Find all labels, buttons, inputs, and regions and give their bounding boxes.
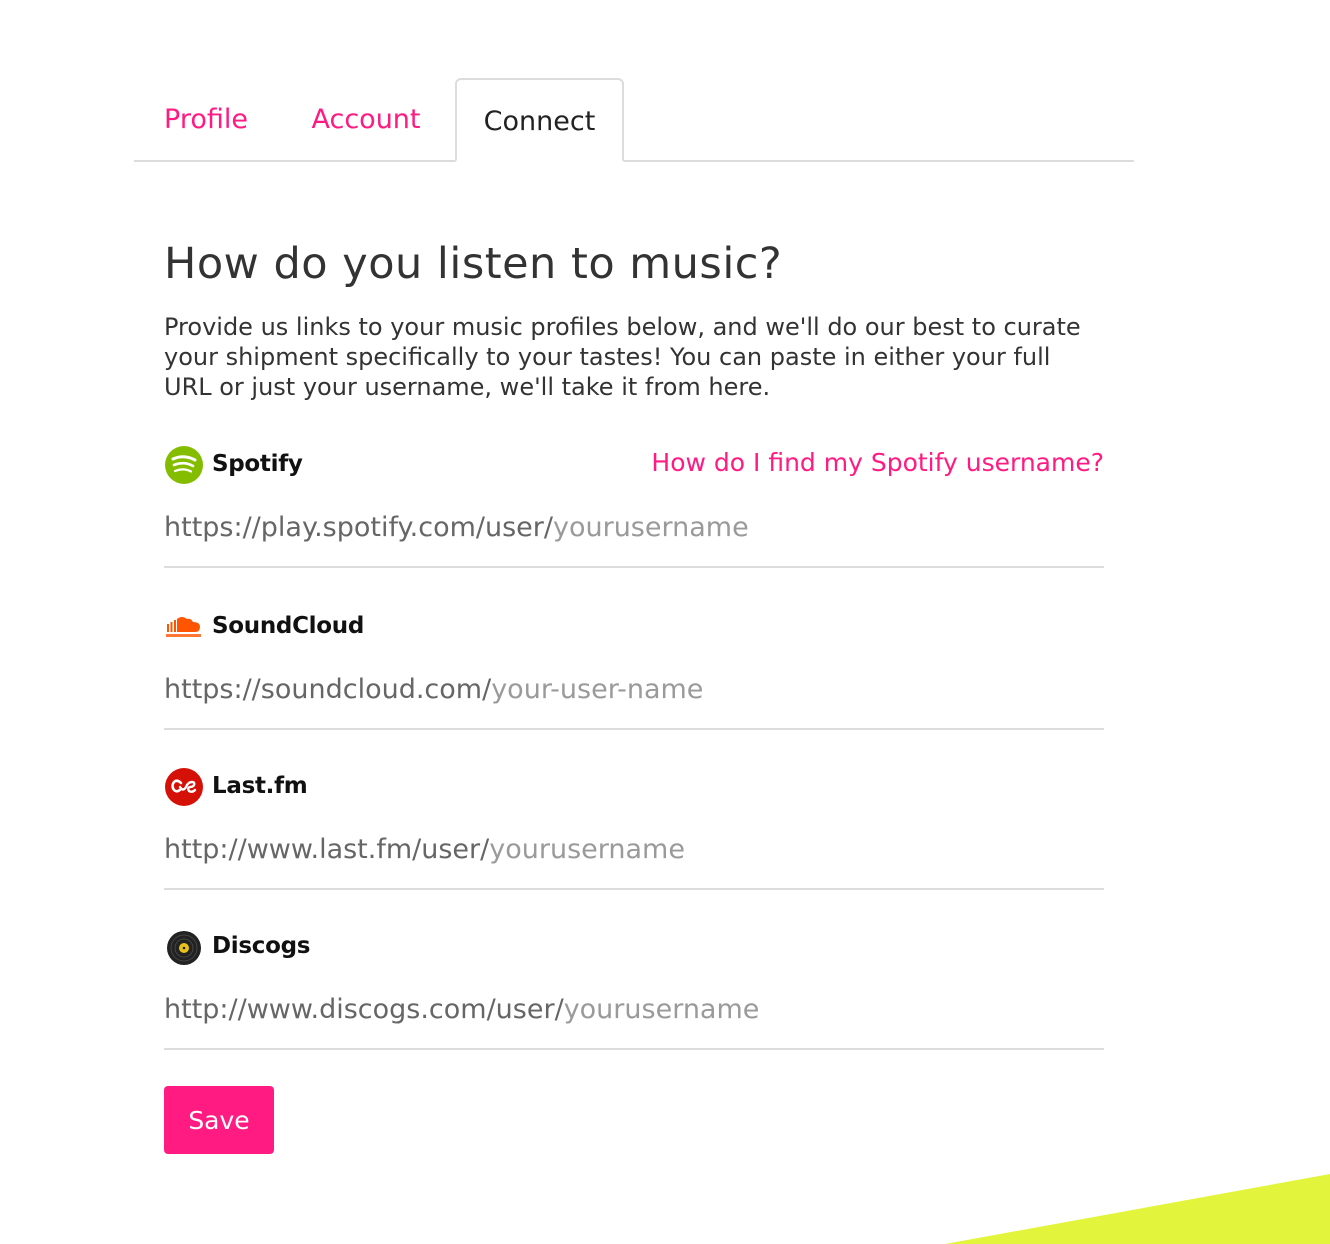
connect-page: Profile Account Connect How do you liste…	[0, 0, 1330, 1244]
corner-accent-shape	[945, 1174, 1330, 1244]
